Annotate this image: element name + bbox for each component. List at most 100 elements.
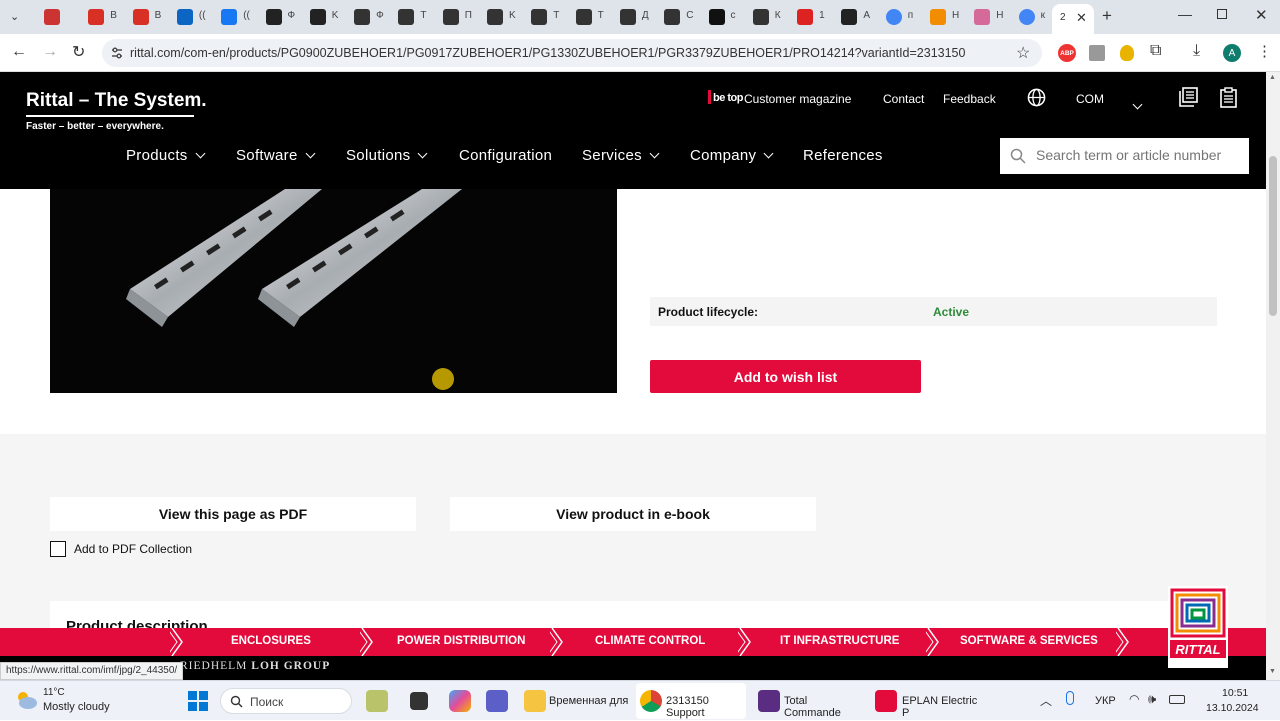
browser-tab[interactable]: Д bbox=[619, 0, 664, 34]
browser-tab[interactable]: Ф bbox=[354, 0, 398, 34]
tab-close-icon[interactable]: ✕ bbox=[1076, 10, 1087, 26]
region-chevron-down-icon[interactable] bbox=[1132, 99, 1143, 110]
bookmark-star-icon[interactable]: ☆ bbox=[1016, 43, 1030, 63]
taskbar-search[interactable]: Поиск bbox=[220, 688, 352, 714]
weather-desc[interactable]: Mostly cloudy bbox=[43, 701, 110, 713]
site-search[interactable] bbox=[1000, 138, 1249, 174]
taskbar-app-icon[interactable] bbox=[410, 692, 428, 710]
nav-solutions[interactable]: Solutions bbox=[346, 147, 428, 164]
clock-date[interactable]: 13.10.2024 bbox=[1206, 702, 1259, 714]
close-window-button[interactable]: ✕ bbox=[1255, 6, 1268, 24]
microphone-icon[interactable] bbox=[1066, 691, 1074, 705]
taskbar-app-eplan[interactable]: EPLAN Electric P bbox=[873, 681, 981, 721]
keyboard-language[interactable]: УКР bbox=[1095, 695, 1116, 707]
browser-tab[interactable]: В bbox=[88, 0, 132, 34]
browser-tab[interactable]: (( bbox=[221, 0, 265, 34]
tab-search-chevron-icon[interactable]: ⌄ bbox=[10, 10, 24, 24]
tab-active[interactable]: 2 ✕ bbox=[1052, 4, 1094, 34]
adblock-icon[interactable]: ABP bbox=[1058, 44, 1076, 62]
scroll-up-icon[interactable]: ▲ bbox=[1269, 74, 1276, 81]
page-scrollbar[interactable]: ▲ ▼ bbox=[1266, 72, 1280, 680]
region-selector[interactable]: COM bbox=[1076, 92, 1104, 106]
catalog-icon[interactable] bbox=[1179, 87, 1198, 107]
site-logo[interactable]: Rittal – The System. bbox=[26, 90, 207, 112]
taskbar-app-chrome[interactable]: 2313150 Support bbox=[636, 683, 746, 719]
volume-icon[interactable]: 🕪 bbox=[1148, 691, 1156, 707]
copilot-icon[interactable] bbox=[449, 690, 471, 712]
search-icon[interactable] bbox=[1010, 148, 1026, 164]
pdf-collection-checkbox[interactable] bbox=[50, 541, 66, 557]
contact-link[interactable]: Contact bbox=[883, 92, 924, 106]
browser-tab[interactable]: Н bbox=[930, 0, 974, 34]
nav-services[interactable]: Services bbox=[582, 147, 660, 164]
browser-tab[interactable]: Ф bbox=[265, 0, 310, 34]
view-ebook-button[interactable]: View product in e-book bbox=[450, 497, 816, 531]
download-icon[interactable]: ⤓ bbox=[1193, 42, 1200, 60]
browser-tab[interactable]: T bbox=[531, 0, 575, 34]
browser-tab[interactable]: A bbox=[841, 0, 885, 34]
browser-tab[interactable] bbox=[44, 0, 88, 34]
browser-tab[interactable]: п bbox=[885, 0, 930, 34]
banner-climate-control[interactable]: CLIMATE CONTROL bbox=[595, 635, 705, 647]
nav-configuration[interactable]: Configuration bbox=[459, 147, 552, 164]
url-text[interactable]: rittal.com/com-en/products/PG0900ZUBEHOE… bbox=[130, 46, 965, 60]
globe-icon[interactable] bbox=[1027, 88, 1046, 107]
nav-software[interactable]: Software bbox=[236, 147, 316, 164]
nav-company[interactable]: Company bbox=[690, 147, 774, 164]
hd-icon bbox=[841, 9, 858, 25]
add-to-wish-list-button[interactable]: Add to wish list bbox=[650, 360, 921, 393]
totalcmd-icon bbox=[758, 690, 780, 712]
browser-tab[interactable]: (( bbox=[176, 0, 221, 34]
taskbar-widget-icon[interactable] bbox=[366, 690, 388, 712]
tray-chevron-up-icon[interactable]: ︿ bbox=[1040, 692, 1052, 709]
banner-it-infrastructure[interactable]: IT INFRASTRUCTURE bbox=[780, 635, 899, 647]
view-pdf-button[interactable]: View this page as PDF bbox=[50, 497, 416, 531]
wifi-icon[interactable]: ◠ bbox=[1129, 692, 1139, 706]
banner-enclosures[interactable]: ENCLOSURES bbox=[231, 635, 311, 647]
browser-tab[interactable]: K bbox=[309, 0, 354, 34]
minimize-button[interactable]: — bbox=[1178, 6, 1192, 22]
browser-tab[interactable]: K bbox=[487, 0, 531, 34]
scrollbar-thumb[interactable] bbox=[1269, 156, 1277, 316]
rittal-brand-logo[interactable]: RITTAL bbox=[1168, 586, 1228, 668]
browser-menu-icon[interactable]: ⋮ bbox=[1257, 42, 1272, 60]
weather-temp[interactable]: 11°C bbox=[43, 687, 65, 698]
windows-start-icon[interactable] bbox=[188, 691, 208, 711]
reload-icon[interactable]: ↻ bbox=[72, 42, 85, 62]
clock-time[interactable]: 10:51 bbox=[1222, 687, 1248, 699]
weather-cloud-icon[interactable] bbox=[14, 689, 38, 711]
profile-avatar[interactable]: A bbox=[1223, 44, 1241, 62]
browser-tab[interactable]: С bbox=[664, 0, 708, 34]
browser-tab[interactable]: 1 bbox=[797, 0, 841, 34]
teams-icon[interactable] bbox=[486, 690, 508, 712]
pdf-collection-label[interactable]: Add to PDF Collection bbox=[74, 542, 192, 556]
banner-software-services[interactable]: SOFTWARE & SERVICES bbox=[960, 635, 1098, 647]
address-bar[interactable]: rittal.com/com-en/products/PG0900ZUBEHOE… bbox=[102, 39, 1042, 67]
clipboard-icon[interactable] bbox=[1220, 87, 1237, 108]
extension-yellow-icon[interactable] bbox=[1120, 45, 1134, 61]
browser-tab[interactable]: Н bbox=[974, 0, 1018, 34]
nav-products[interactable]: Products bbox=[126, 147, 206, 164]
browser-tab[interactable]: T bbox=[398, 0, 442, 34]
extensions-puzzle-icon[interactable]: ⧉ bbox=[1150, 42, 1161, 60]
browser-tab[interactable]: В bbox=[132, 0, 177, 34]
banner-power-distribution[interactable]: POWER DISTRIBUTION bbox=[397, 635, 525, 647]
browser-tab[interactable]: с bbox=[708, 0, 753, 34]
battery-icon[interactable] bbox=[1169, 695, 1185, 704]
taskbar-app-totalcmd[interactable]: Total Commande bbox=[756, 681, 864, 721]
restore-button[interactable] bbox=[1217, 9, 1227, 19]
feedback-link[interactable]: Feedback bbox=[943, 92, 996, 106]
site-info-icon[interactable] bbox=[110, 46, 124, 60]
customer-magazine-link[interactable]: Customer magazine bbox=[744, 92, 851, 106]
extension-grey-icon[interactable] bbox=[1089, 45, 1105, 61]
browser-tab[interactable]: К bbox=[752, 0, 797, 34]
browser-tab[interactable]: T bbox=[575, 0, 620, 34]
taskbar-app-folder[interactable]: Временная для bbox=[522, 681, 630, 721]
nav-references[interactable]: References bbox=[803, 147, 883, 164]
browser-tab[interactable]: П bbox=[442, 0, 487, 34]
back-icon[interactable]: ← bbox=[11, 43, 27, 61]
search-input[interactable] bbox=[1036, 147, 1241, 163]
scroll-down-icon[interactable]: ▼ bbox=[1269, 668, 1276, 675]
new-tab-button[interactable]: + bbox=[1102, 6, 1112, 26]
forward-icon[interactable]: → bbox=[42, 43, 58, 61]
